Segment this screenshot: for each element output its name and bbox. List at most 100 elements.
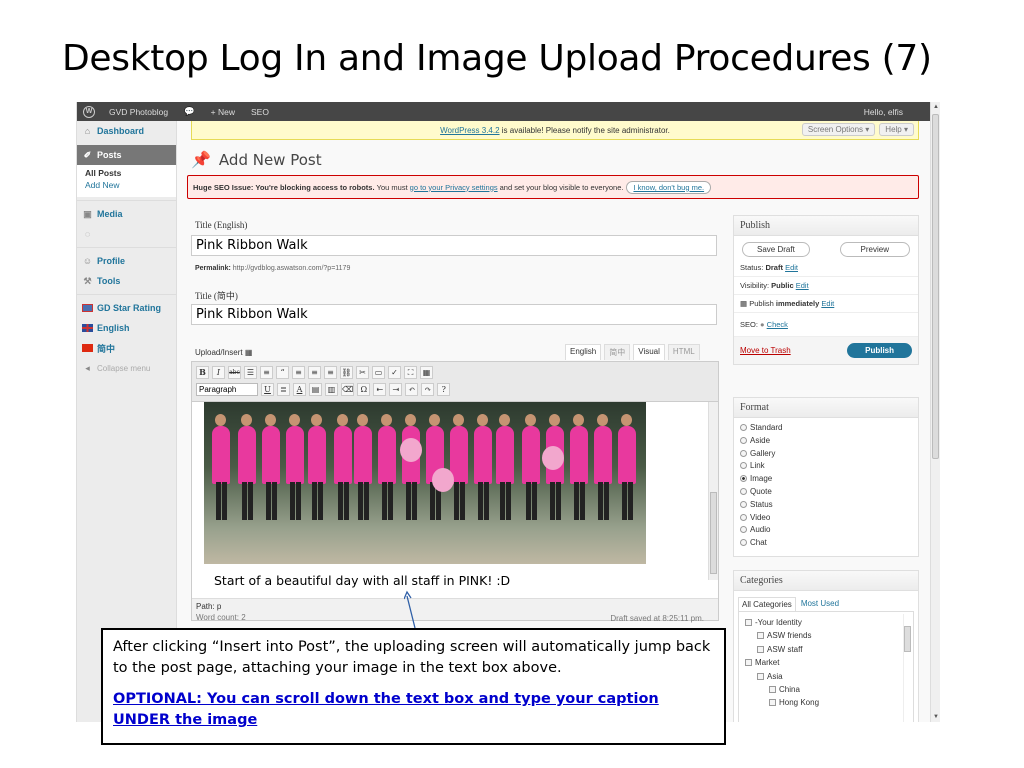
undo-icon[interactable]: ↶ (405, 383, 419, 396)
new-content-menu[interactable]: + New (203, 107, 243, 117)
bold-button[interactable]: B (196, 366, 209, 379)
link-icon[interactable]: ⛓ (340, 366, 353, 379)
paste-text-icon[interactable]: ▤ (309, 383, 322, 396)
tab-chinese[interactable]: 简中 (604, 344, 631, 360)
sidebar-item-english[interactable]: English (77, 318, 176, 338)
scroll-down-arrow-icon[interactable]: ▼ (933, 714, 939, 720)
sidebar-item-dashboard[interactable]: ⌂ Dashboard (77, 121, 176, 141)
update-link[interactable]: WordPress 3.4.2 (440, 126, 499, 135)
category-item[interactable]: ASW friends (745, 629, 907, 642)
align-right-icon[interactable]: ≡ (324, 366, 337, 379)
checkbox-icon[interactable] (757, 632, 764, 640)
strikethrough-button[interactable]: abc (228, 366, 241, 379)
italic-button[interactable]: I (212, 366, 225, 379)
format-option[interactable]: Chat (740, 537, 912, 550)
collapse-menu-button[interactable]: ◂ Collapse menu (77, 358, 176, 378)
publish-button[interactable]: Publish (847, 343, 912, 358)
spellcheck-icon[interactable]: ✓ (388, 366, 401, 379)
tab-visual[interactable]: Visual (633, 344, 665, 360)
move-to-trash-link[interactable]: Move to Trash (740, 346, 791, 355)
window-scrollbar[interactable]: ▲ ▼ (930, 102, 940, 722)
radio-button-icon[interactable] (740, 487, 747, 495)
category-item[interactable]: -Your Identity (745, 616, 907, 629)
checkbox-icon[interactable] (757, 645, 764, 653)
inserted-photo[interactable] (204, 402, 646, 564)
redo-icon[interactable]: ↷ (421, 383, 435, 396)
seo-menu[interactable]: SEO (243, 107, 277, 117)
category-item[interactable]: ASW staff (745, 643, 907, 656)
tab-most-used[interactable]: Most Used (798, 597, 842, 611)
blockquote-icon[interactable]: “ (276, 366, 289, 379)
title-chinese-input[interactable]: Pink Ribbon Walk (191, 304, 717, 325)
sidebar-item-tools[interactable]: ⚒ Tools (77, 271, 176, 291)
status-edit-link[interactable]: Edit (785, 263, 798, 272)
format-option[interactable]: Link (740, 460, 912, 473)
category-scroll-thumb[interactable] (904, 626, 911, 652)
format-option[interactable]: Image (740, 473, 912, 486)
window-scroll-thumb[interactable] (932, 114, 939, 459)
preview-button[interactable]: Preview (839, 242, 910, 257)
format-option[interactable]: Audio (740, 524, 912, 537)
format-option[interactable]: Video (740, 512, 912, 525)
format-option[interactable]: Standard (740, 422, 912, 435)
radio-button-icon[interactable] (740, 424, 747, 431)
align-center-icon[interactable]: ≡ (308, 366, 321, 379)
kitchen-sink-icon[interactable]: ▦ (420, 366, 433, 379)
format-option[interactable]: Status (740, 499, 912, 512)
tab-all-categories[interactable]: All Categories (738, 597, 796, 611)
sidebar-item-comments[interactable]: ◌ (77, 224, 176, 244)
title-english-input[interactable]: Pink Ribbon Walk (191, 235, 717, 256)
help-button[interactable]: Help ▾ (879, 123, 914, 136)
checkbox-icon[interactable] (745, 659, 752, 667)
scroll-up-arrow-icon[interactable]: ▲ (933, 104, 939, 110)
paste-word-icon[interactable]: ▥ (325, 383, 338, 396)
sidebar-item-posts[interactable]: ✐ Posts (77, 145, 176, 165)
comments-icon[interactable]: 💬 (176, 106, 203, 117)
checkbox-icon[interactable] (769, 686, 776, 694)
align-left-icon[interactable]: ≡ (292, 366, 305, 379)
submenu-add-new[interactable]: Add New (85, 180, 176, 192)
special-char-icon[interactable]: Ω (357, 383, 371, 396)
image-caption[interactable]: Start of a beautiful day with all staff … (214, 573, 510, 588)
sidebar-item-media[interactable]: ▣ Media (77, 204, 176, 224)
dismiss-seo-button[interactable]: I know, don't bug me. (626, 180, 712, 194)
wordpress-logo-icon[interactable]: W (77, 102, 101, 121)
category-item[interactable]: Hong Kong (745, 696, 907, 709)
submenu-all-posts[interactable]: All Posts (85, 168, 176, 180)
help-icon[interactable]: ? (437, 383, 451, 396)
editor-scrollbar[interactable] (708, 402, 718, 580)
seo-check-link[interactable]: Check (767, 320, 788, 329)
site-name-link[interactable]: GVD Photoblog (101, 107, 176, 117)
checkbox-icon[interactable] (769, 699, 776, 707)
format-option[interactable]: Aside (740, 435, 912, 448)
editor-scroll-thumb[interactable] (710, 492, 717, 574)
add-media-icon[interactable]: ▦ (245, 348, 253, 357)
radio-button-icon[interactable] (740, 475, 747, 483)
more-tag-icon[interactable]: ▭ (372, 366, 385, 379)
sidebar-item-chinese[interactable]: 简中 (77, 338, 176, 358)
category-item[interactable]: China (745, 683, 907, 696)
publish-time-edit-link[interactable]: Edit (821, 299, 834, 308)
radio-button-icon[interactable] (740, 500, 747, 508)
privacy-settings-link[interactable]: go to your Privacy settings (410, 183, 498, 192)
radio-button-icon[interactable] (740, 513, 747, 521)
format-option[interactable]: Gallery (740, 448, 912, 461)
category-scrollbar[interactable] (903, 614, 911, 722)
save-draft-button[interactable]: Save Draft (742, 242, 810, 257)
numbered-list-icon[interactable]: ≡ (260, 366, 273, 379)
radio-button-icon[interactable] (740, 462, 747, 470)
text-color-icon[interactable]: A (293, 383, 306, 396)
checkbox-icon[interactable] (745, 619, 752, 626)
format-select[interactable]: Paragraph (196, 383, 258, 396)
outdent-icon[interactable]: ⇤ (373, 383, 387, 396)
radio-button-icon[interactable] (740, 449, 747, 457)
justify-icon[interactable]: ≣ (277, 383, 290, 396)
visibility-edit-link[interactable]: Edit (796, 281, 809, 290)
sidebar-item-profile[interactable]: ☺ Profile (77, 251, 176, 271)
tab-english[interactable]: English (565, 344, 602, 360)
format-option[interactable]: Quote (740, 486, 912, 499)
unlink-icon[interactable]: ✂ (356, 366, 369, 379)
user-greeting[interactable]: Hello, elfis (856, 107, 911, 117)
category-item[interactable]: Market (745, 656, 907, 669)
radio-button-icon[interactable] (740, 436, 747, 444)
